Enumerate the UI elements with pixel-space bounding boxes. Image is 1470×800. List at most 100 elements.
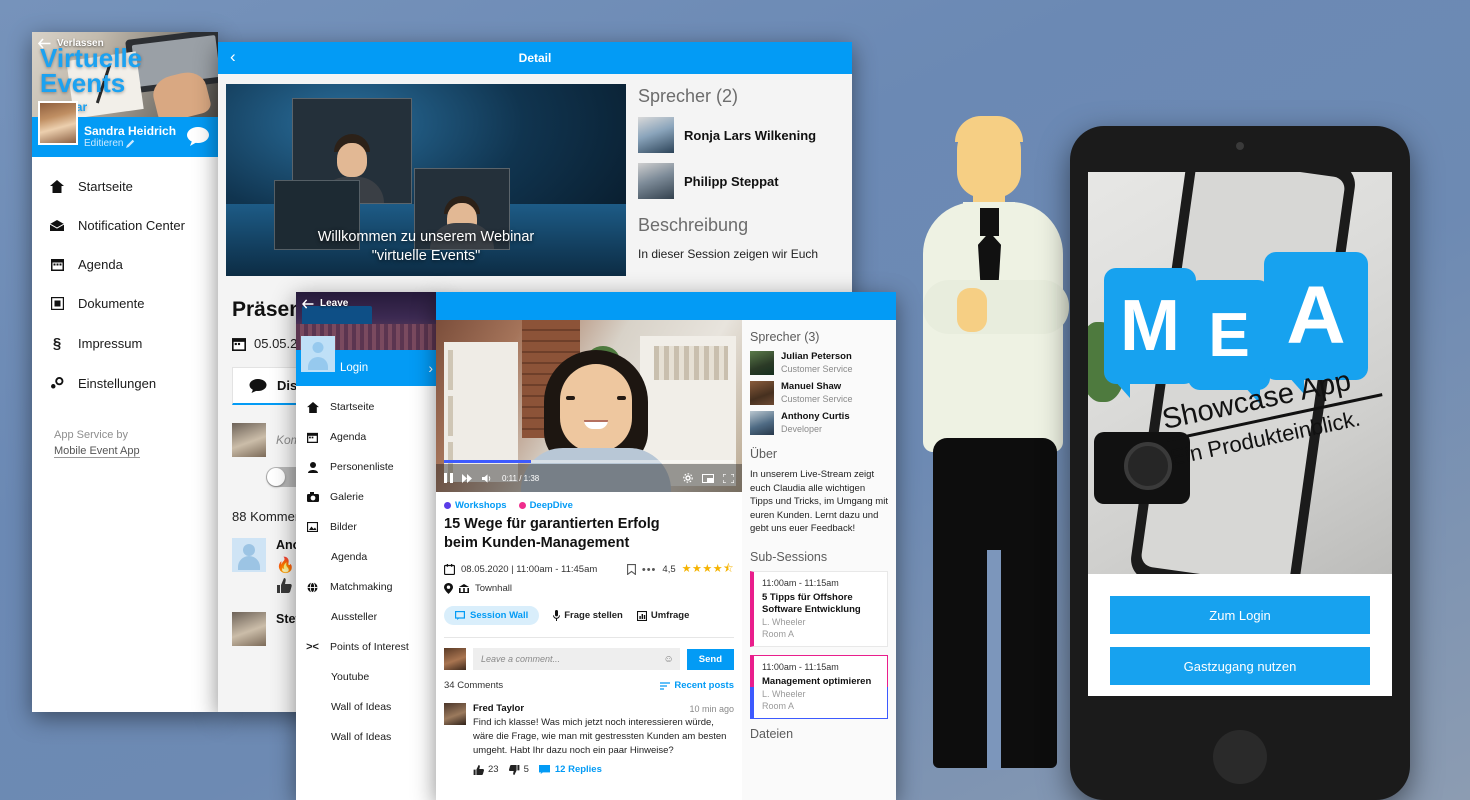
subsession-speaker: L. Wheeler <box>762 688 806 699</box>
tag-workshops[interactable]: Workshops <box>444 500 507 511</box>
sidebar-item-aussteller[interactable]: Aussteller <box>296 602 441 632</box>
sidebar-item-matchmaking[interactable]: Matchmaking <box>296 572 441 602</box>
sidebar-item-wall-of-ideas-1[interactable]: Wall of Ideas <box>296 692 441 722</box>
sidebar-item-agenda[interactable]: Agenda <box>296 422 441 452</box>
sidebar-item-startseite[interactable]: Startseite <box>32 167 218 206</box>
frage-stellen-button[interactable]: Frage stellen <box>553 610 623 621</box>
sidebar-item-dokumente[interactable]: Dokumente <box>32 284 218 323</box>
sidebar-label: Startseite <box>78 179 133 194</box>
comment-input[interactable]: Leave a comment... ☺ <box>473 648 680 670</box>
replies-button[interactable]: 12 Replies <box>538 764 602 775</box>
sidebar-item-points-of-interest[interactable]: >< Points of Interest <box>296 632 441 662</box>
session-wall-button[interactable]: Session Wall <box>444 606 540 625</box>
session-video[interactable]: 0:11 / 1:38 <box>436 320 742 492</box>
next-icon[interactable] <box>462 473 473 483</box>
video-caption-line2: "virtuelle Events" <box>371 248 481 264</box>
avatar <box>38 101 78 145</box>
like-button[interactable]: 23 <box>473 764 499 775</box>
dislike-button[interactable]: 5 <box>508 764 529 775</box>
sidebar-item-bilder[interactable]: Bilder <box>296 512 441 542</box>
subsession-item[interactable]: 11:00am - 11:15am Management optimieren … <box>750 654 888 719</box>
session-location: Townhall <box>436 579 742 594</box>
subsession-item[interactable]: 11:00am - 11:15am 5 Tipps für Offshore S… <box>750 570 888 647</box>
speaker-item[interactable]: Anthony Curtis Developer <box>750 411 888 435</box>
sidebar-item-personenliste[interactable]: Personenliste <box>296 452 441 482</box>
speaker-item[interactable]: Ronja Lars Wilkening <box>638 117 832 153</box>
chat-icon[interactable] <box>186 126 210 146</box>
sidebar-item-startseite[interactable]: Startseite <box>296 392 441 422</box>
dislike-count: 5 <box>523 764 529 775</box>
man-tie-knot <box>980 208 999 236</box>
person-icon <box>306 461 319 473</box>
video-controls[interactable]: 0:11 / 1:38 <box>436 460 742 492</box>
video-time: 0:11 / 1:38 <box>502 473 540 483</box>
sort-button[interactable]: Recent posts <box>660 680 734 691</box>
sidebar-item-notification-center[interactable]: Notification Center <box>32 206 218 245</box>
speaker-item[interactable]: Philipp Steppat <box>638 163 832 199</box>
bank-icon <box>459 584 469 593</box>
gear-icon[interactable] <box>683 473 693 483</box>
umfrage-button[interactable]: Umfrage <box>636 610 690 621</box>
user-profile-bar[interactable]: Sandra Heidrich Editieren <box>32 101 218 157</box>
speaker-item[interactable]: Julian Peterson Customer Service <box>750 351 888 375</box>
leave-button[interactable]: Leave <box>302 298 348 309</box>
sidebar-menu: Startseite Notification Center Agenda Do… <box>32 157 218 413</box>
calendar-icon <box>444 564 455 575</box>
session-side-column: Sprecher (3) Julian Peterson Customer Se… <box>742 320 896 800</box>
speaker-item[interactable]: Manuel Shaw Customer Service <box>750 381 888 405</box>
video-progress-bar[interactable] <box>444 460 734 463</box>
sidebar-item-einstellungen[interactable]: Einstellungen <box>32 364 218 403</box>
calendar-icon <box>306 432 319 443</box>
speaker-name: Julian Peterson <box>781 351 852 362</box>
action-label: Umfrage <box>650 610 690 621</box>
zum-login-button[interactable]: Zum Login <box>1110 596 1370 634</box>
app-service-footer: App Service by Mobile Event App <box>32 413 218 459</box>
thumbs-up-icon[interactable] <box>276 578 292 593</box>
edit-profile-link[interactable]: Editieren <box>84 138 176 149</box>
chevron-left-icon[interactable]: ‹ <box>230 47 236 67</box>
like-count: 23 <box>488 764 499 775</box>
subsessions-title: Sub-Sessions <box>750 549 828 564</box>
session-actions: Session Wall Frage stellen Umfrage <box>436 594 742 625</box>
footer-brand-link[interactable]: Mobile Event App <box>54 445 140 458</box>
session-tags: Workshops DeepDive <box>436 492 742 511</box>
avatar <box>232 538 266 572</box>
meta-date: 08.05.2020 | 11:00am - 11:45am <box>461 564 598 575</box>
subsession-time: 11:00am - 11:15am <box>762 661 839 672</box>
sidebar-item-youtube[interactable]: Youtube <box>296 662 441 692</box>
tag-deepdive[interactable]: DeepDive <box>518 500 573 511</box>
gastzugang-button[interactable]: Gastzugang nutzen <box>1110 647 1370 685</box>
sort-icon <box>660 681 671 690</box>
chevron-right-icon: › <box>428 360 433 376</box>
smiley-icon[interactable]: ☺ <box>664 654 674 665</box>
sidebar-item-agenda-sub[interactable]: Agenda <box>296 542 441 572</box>
camera-icon <box>306 492 319 502</box>
event-title-line2: Events <box>40 68 126 98</box>
more-icon[interactable]: ••• <box>642 564 657 576</box>
fullscreen-icon[interactable] <box>723 473 734 483</box>
webinar-video[interactable]: Willkommen zu unserem Webinar "virtuelle… <box>226 84 626 276</box>
sidebar-item-agenda[interactable]: Agenda <box>32 245 218 284</box>
detail-header: ‹ Detail <box>218 42 852 74</box>
logo-bubble-e: E <box>1188 280 1270 404</box>
phone-home-button[interactable] <box>1213 730 1267 784</box>
bookmark-icon[interactable] <box>626 564 636 575</box>
login-row[interactable]: Login › <box>296 336 441 386</box>
send-button[interactable]: Send <box>686 648 734 670</box>
pause-icon[interactable] <box>444 473 453 483</box>
sidebar-label: Aussteller <box>331 611 378 623</box>
avatar-placeholder <box>301 336 335 372</box>
tag-label: DeepDive <box>529 500 573 511</box>
sidebar-item-wall-of-ideas-2[interactable]: Wall of Ideas <box>296 722 441 752</box>
volume-icon[interactable] <box>482 473 493 483</box>
login-label: Login <box>340 362 369 374</box>
action-label: Session Wall <box>470 610 529 621</box>
sidebar-item-galerie[interactable]: Galerie <box>296 482 441 512</box>
sidebar-label: Dokumente <box>78 296 145 311</box>
description-text: In dieser Session zeigen wir Euch <box>638 247 819 261</box>
splash-buttons: Zum Login Gastzugang nutzen <box>1088 574 1392 696</box>
miniplayer-icon[interactable] <box>702 473 714 483</box>
arrow-left-icon <box>302 298 314 309</box>
sidebar-item-impressum[interactable]: § Impressum <box>32 323 218 364</box>
thumbs-up-icon <box>473 764 484 775</box>
